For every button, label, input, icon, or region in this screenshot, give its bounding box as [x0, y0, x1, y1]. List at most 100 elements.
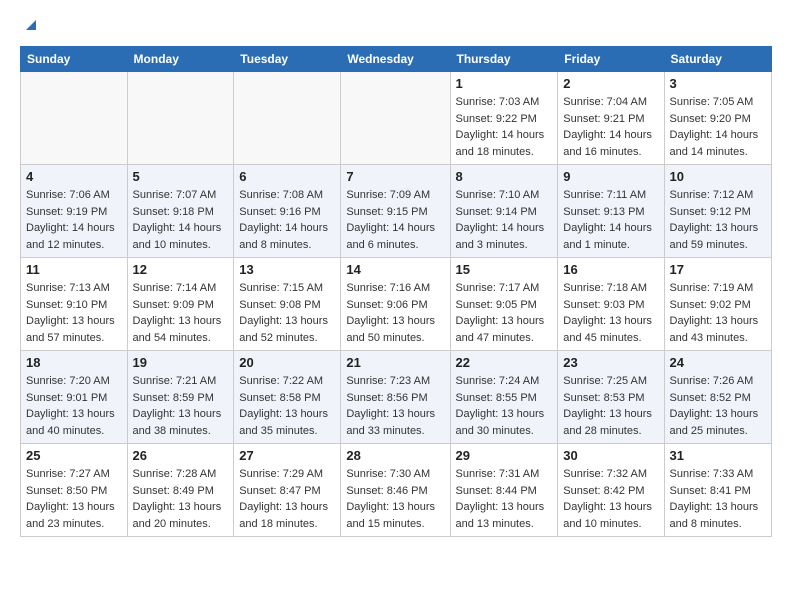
day-info: Sunrise: 7:03 AM Sunset: 9:22 PM Dayligh… [456, 94, 553, 160]
day-number: 17 [670, 262, 766, 277]
day-number: 19 [133, 355, 229, 370]
calendar-cell: 19Sunrise: 7:21 AM Sunset: 8:59 PM Dayli… [127, 351, 234, 444]
day-number: 21 [346, 355, 444, 370]
calendar-cell: 17 Sunrise: 7:19 AM Sunset: 9:02 PM Dayli… [664, 258, 771, 351]
calendar-cell: 15 Sunrise: 7:17 AM Sunset: 9:05 PM Dayli… [450, 258, 558, 351]
day-number: 12 [133, 262, 229, 277]
day-number: 11 [26, 262, 122, 277]
calendar-cell: 13 Sunrise: 7:15 AM Sunset: 9:08 PM Dayli… [234, 258, 341, 351]
calendar-cell [341, 72, 450, 165]
day-number: 4 [26, 169, 122, 184]
calendar-cell: 21 Sunrise: 7:23 AM Sunset: 8:56 PM Dayli… [341, 351, 450, 444]
weekday-header-thursday: Thursday [450, 47, 558, 72]
day-number: 18 [26, 355, 122, 370]
day-info: Sunrise: 7:29 AM Sunset: 8:47 PM Dayligh… [239, 466, 335, 532]
day-number: 10 [670, 169, 766, 184]
logo [20, 16, 40, 34]
calendar-table: SundayMondayTuesdayWednesdayThursdayFrid… [20, 46, 772, 537]
day-info: Sunrise: 7:12 AM Sunset: 9:12 PM Dayligh… [670, 187, 766, 253]
calendar-cell [127, 72, 234, 165]
calendar-cell: 2 Sunrise: 7:04 AM Sunset: 9:21 PM Daylig… [558, 72, 664, 165]
calendar-cell: 24 Sunrise: 7:26 AM Sunset: 8:52 PM Dayli… [664, 351, 771, 444]
day-info: Sunrise: 7:26 AM Sunset: 8:52 PM Dayligh… [670, 373, 766, 439]
calendar-week-row: 11 Sunrise: 7:13 AM Sunset: 9:10 PM Dayli… [21, 258, 772, 351]
day-number: 9 [563, 169, 658, 184]
day-info: Sunrise: 7:17 AM Sunset: 9:05 PM Dayligh… [456, 280, 553, 346]
calendar-cell: 23 Sunrise: 7:25 AM Sunset: 8:53 PM Dayli… [558, 351, 664, 444]
day-info: Sunrise: 7:10 AM Sunset: 9:14 PM Dayligh… [456, 187, 553, 253]
weekday-header-tuesday: Tuesday [234, 47, 341, 72]
day-number: 30 [563, 448, 658, 463]
calendar-cell: 10 Sunrise: 7:12 AM Sunset: 9:12 PM Dayli… [664, 165, 771, 258]
day-number: 1 [456, 76, 553, 91]
calendar-cell: 5Sunrise: 7:07 AM Sunset: 9:18 PM Daylig… [127, 165, 234, 258]
calendar-cell: 26 Sunrise: 7:28 AM Sunset: 8:49 PM Dayli… [127, 444, 234, 537]
day-info: Sunrise: 7:16 AM Sunset: 9:06 PM Dayligh… [346, 280, 444, 346]
calendar-cell [234, 72, 341, 165]
day-number: 22 [456, 355, 553, 370]
page: SundayMondayTuesdayWednesdayThursdayFrid… [0, 0, 792, 553]
calendar-cell: 9 Sunrise: 7:11 AM Sunset: 9:13 PM Daylig… [558, 165, 664, 258]
calendar-cell: 20 Sunrise: 7:22 AM Sunset: 8:58 PM Dayli… [234, 351, 341, 444]
day-info: Sunrise: 7:22 AM Sunset: 8:58 PM Dayligh… [239, 373, 335, 439]
day-info: Sunrise: 7:11 AM Sunset: 9:13 PM Dayligh… [563, 187, 658, 253]
day-number: 14 [346, 262, 444, 277]
day-info: Sunrise: 7:15 AM Sunset: 9:08 PM Dayligh… [239, 280, 335, 346]
day-info: Sunrise: 7:30 AM Sunset: 8:46 PM Dayligh… [346, 466, 444, 532]
day-number: 8 [456, 169, 553, 184]
day-info: Sunrise: 7:31 AM Sunset: 8:44 PM Dayligh… [456, 466, 553, 532]
calendar-cell [21, 72, 128, 165]
day-info: Sunrise: 7:19 AM Sunset: 9:02 PM Dayligh… [670, 280, 766, 346]
day-number: 2 [563, 76, 658, 91]
day-number: 20 [239, 355, 335, 370]
weekday-header-friday: Friday [558, 47, 664, 72]
calendar-cell: 6 Sunrise: 7:08 AM Sunset: 9:16 PM Daylig… [234, 165, 341, 258]
weekday-header-saturday: Saturday [664, 47, 771, 72]
calendar-week-row: 4 Sunrise: 7:06 AM Sunset: 9:19 PM Daylig… [21, 165, 772, 258]
day-info: Sunrise: 7:28 AM Sunset: 8:49 PM Dayligh… [133, 466, 229, 532]
day-number: 29 [456, 448, 553, 463]
day-info: Sunrise: 7:06 AM Sunset: 9:19 PM Dayligh… [26, 187, 122, 253]
calendar-cell: 16 Sunrise: 7:18 AM Sunset: 9:03 PM Dayli… [558, 258, 664, 351]
day-info: Sunrise: 7:09 AM Sunset: 9:15 PM Dayligh… [346, 187, 444, 253]
calendar-cell: 11 Sunrise: 7:13 AM Sunset: 9:10 PM Dayli… [21, 258, 128, 351]
day-info: Sunrise: 7:23 AM Sunset: 8:56 PM Dayligh… [346, 373, 444, 439]
day-info: Sunrise: 7:25 AM Sunset: 8:53 PM Dayligh… [563, 373, 658, 439]
calendar-cell: 22 Sunrise: 7:24 AM Sunset: 8:55 PM Dayli… [450, 351, 558, 444]
calendar-cell: 12 Sunrise: 7:14 AM Sunset: 9:09 PM Dayli… [127, 258, 234, 351]
logo-icon [22, 16, 40, 34]
day-info: Sunrise: 7:05 AM Sunset: 9:20 PM Dayligh… [670, 94, 766, 160]
weekday-header-sunday: Sunday [21, 47, 128, 72]
day-number: 25 [26, 448, 122, 463]
calendar-week-row: 18Sunrise: 7:20 AM Sunset: 9:01 PM Dayli… [21, 351, 772, 444]
day-info: Sunrise: 7:13 AM Sunset: 9:10 PM Dayligh… [26, 280, 122, 346]
calendar-cell: 25 Sunrise: 7:27 AM Sunset: 8:50 PM Dayli… [21, 444, 128, 537]
calendar-cell: 31Sunrise: 7:33 AM Sunset: 8:41 PM Dayli… [664, 444, 771, 537]
day-number: 24 [670, 355, 766, 370]
day-number: 28 [346, 448, 444, 463]
day-number: 27 [239, 448, 335, 463]
calendar-cell: 3 Sunrise: 7:05 AM Sunset: 9:20 PM Daylig… [664, 72, 771, 165]
day-number: 6 [239, 169, 335, 184]
weekday-header-wednesday: Wednesday [341, 47, 450, 72]
day-info: Sunrise: 7:04 AM Sunset: 9:21 PM Dayligh… [563, 94, 658, 160]
day-info: Sunrise: 7:24 AM Sunset: 8:55 PM Dayligh… [456, 373, 553, 439]
day-number: 5 [133, 169, 229, 184]
calendar-cell: 1 Sunrise: 7:03 AM Sunset: 9:22 PM Daylig… [450, 72, 558, 165]
day-info: Sunrise: 7:08 AM Sunset: 9:16 PM Dayligh… [239, 187, 335, 253]
day-info: Sunrise: 7:27 AM Sunset: 8:50 PM Dayligh… [26, 466, 122, 532]
calendar-cell: 14 Sunrise: 7:16 AM Sunset: 9:06 PM Dayli… [341, 258, 450, 351]
day-info: Sunrise: 7:33 AM Sunset: 8:41 PM Dayligh… [670, 466, 766, 532]
calendar-week-row: 25 Sunrise: 7:27 AM Sunset: 8:50 PM Dayli… [21, 444, 772, 537]
calendar-cell: 7Sunrise: 7:09 AM Sunset: 9:15 PM Daylig… [341, 165, 450, 258]
day-info: Sunrise: 7:14 AM Sunset: 9:09 PM Dayligh… [133, 280, 229, 346]
day-number: 3 [670, 76, 766, 91]
day-number: 23 [563, 355, 658, 370]
calendar-cell: 28 Sunrise: 7:30 AM Sunset: 8:46 PM Dayli… [341, 444, 450, 537]
day-info: Sunrise: 7:18 AM Sunset: 9:03 PM Dayligh… [563, 280, 658, 346]
day-number: 26 [133, 448, 229, 463]
calendar-cell: 29 Sunrise: 7:31 AM Sunset: 8:44 PM Dayli… [450, 444, 558, 537]
day-number: 15 [456, 262, 553, 277]
day-number: 16 [563, 262, 658, 277]
day-number: 13 [239, 262, 335, 277]
